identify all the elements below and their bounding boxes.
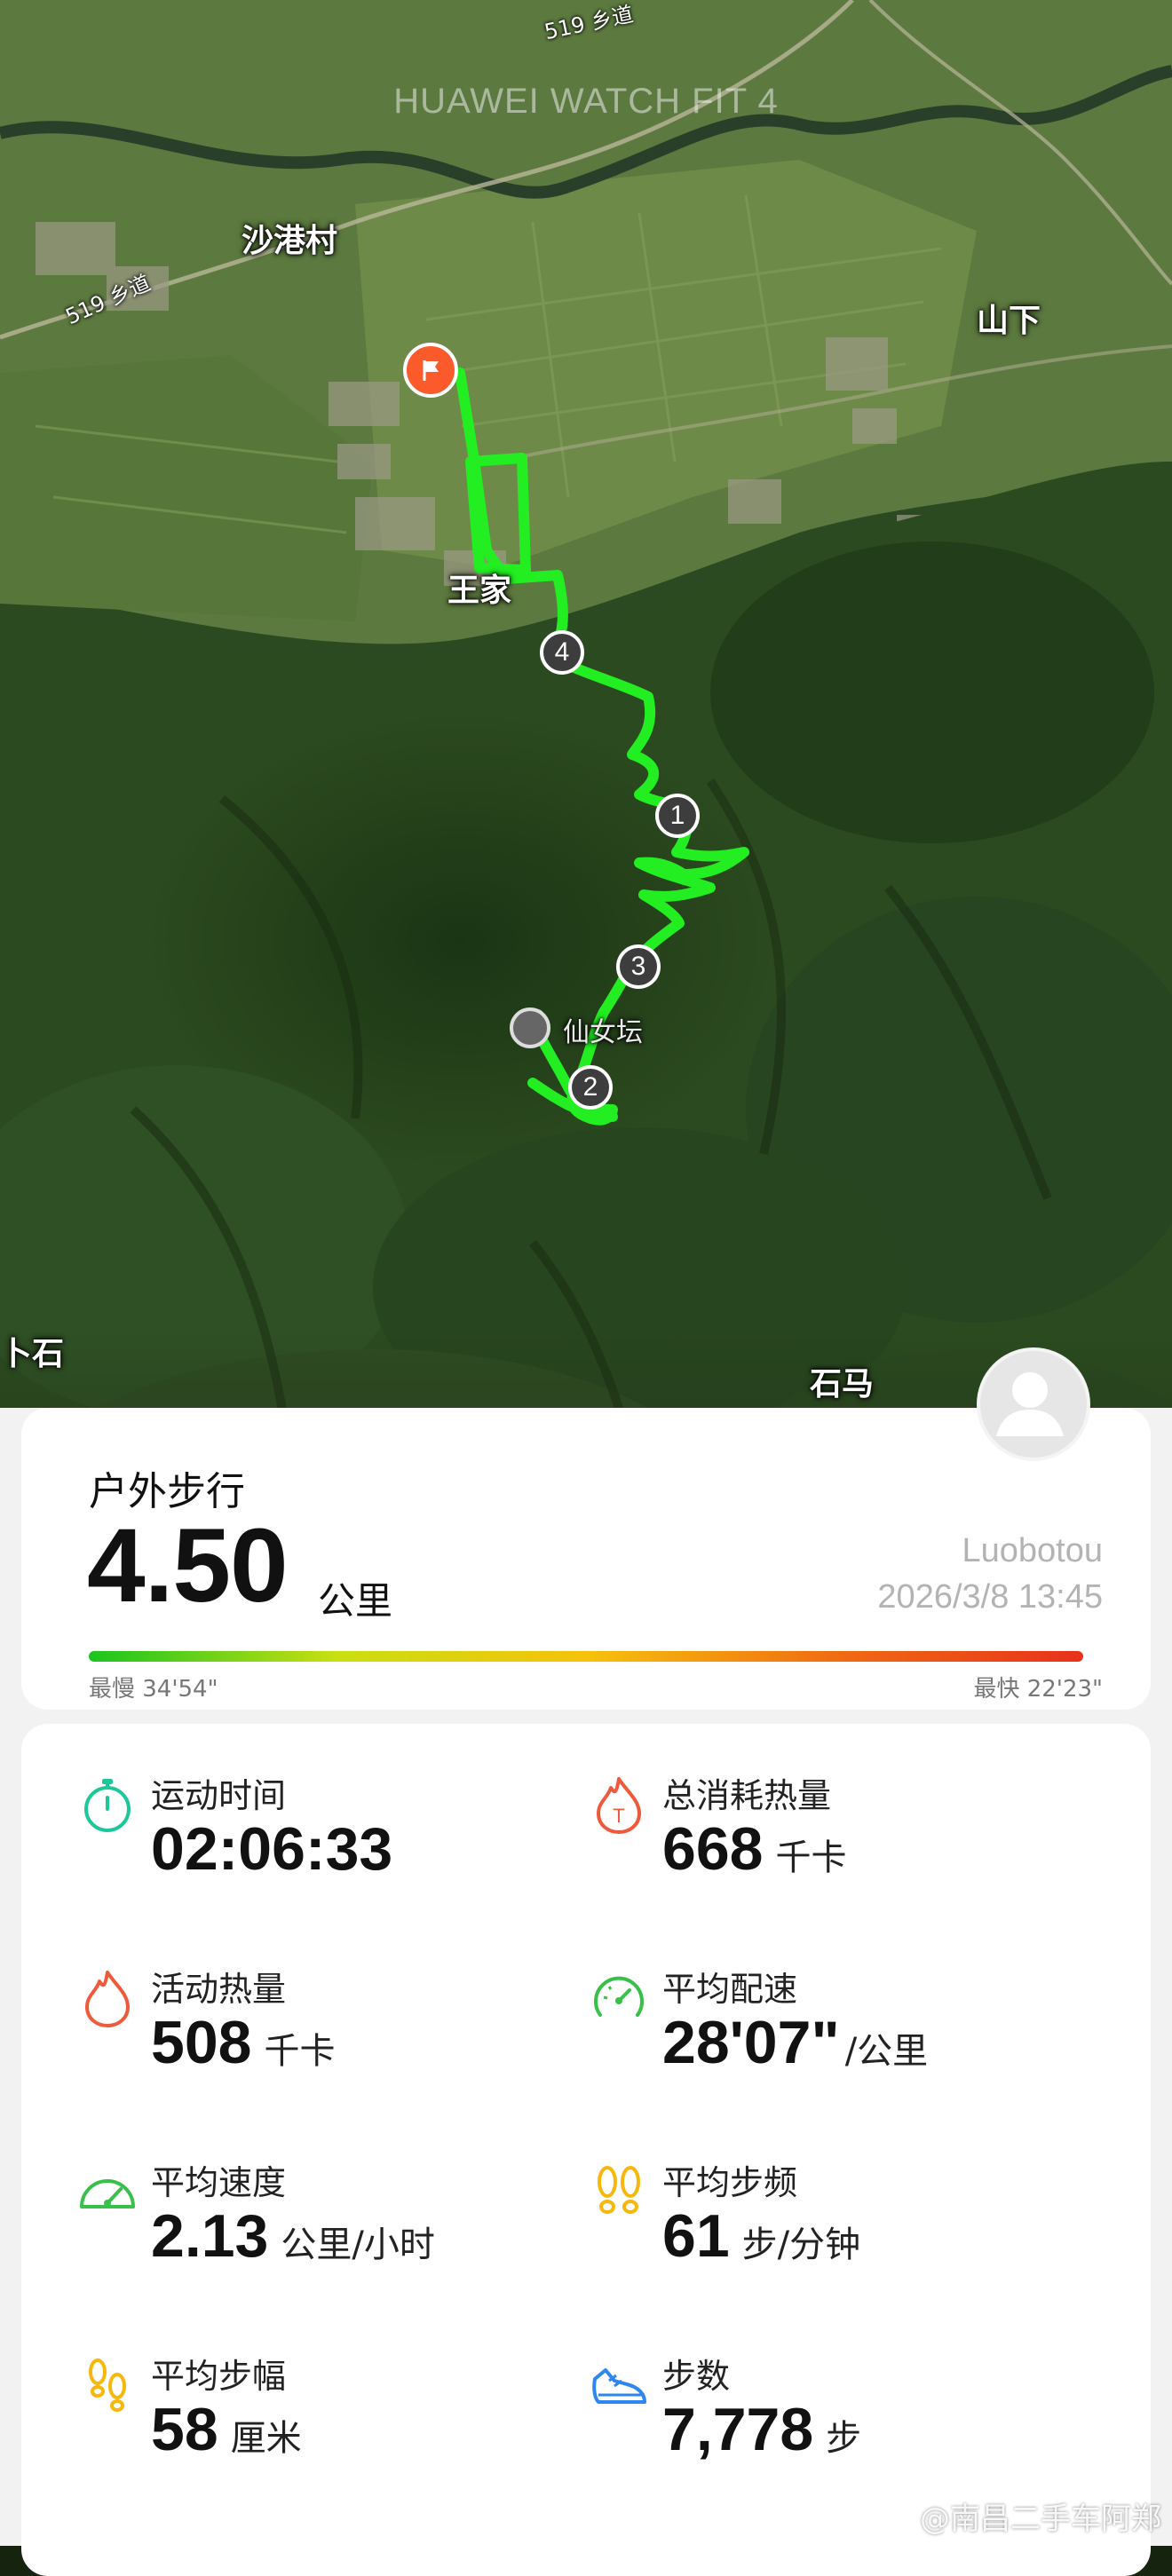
stat-label: 活动热量 <box>151 1970 287 2009</box>
stat-value: 58 厘米 <box>151 2396 302 2463</box>
stat-value: 28'07"/公里 <box>662 2009 929 2076</box>
pace-gradient-bar <box>89 1651 1083 1662</box>
cadence-footprints-icon <box>598 2166 640 2214</box>
stat-label: 步数 <box>662 2357 731 2396</box>
place-label-shima: 石马 <box>810 1366 875 1403</box>
stride-footprints-icon <box>89 2359 126 2412</box>
user-avatar[interactable] <box>977 1347 1090 1461</box>
stat-value: 7,778 步 <box>662 2396 862 2463</box>
place-label-left-edge: 卜石 <box>0 1336 65 1372</box>
workout-datetime: 2026/3/8 13:45 <box>877 1578 1103 1616</box>
distance-unit: 公里 <box>318 1579 393 1623</box>
stat-label: 平均步频 <box>662 2163 798 2202</box>
avatar-placeholder-icon <box>996 1372 1064 1436</box>
stat-label: 平均配速 <box>662 1970 798 2009</box>
place-label-wangjia: 王家 <box>447 573 512 609</box>
stat-value: 61 步/分钟 <box>662 2202 861 2270</box>
stat-label: 平均步幅 <box>151 2357 287 2396</box>
stat-label: 总消耗热量 <box>662 1776 832 1815</box>
stats-card: 运动时间 02:06:33 T 总消耗热量 668千卡 活动热量 508千卡 <box>21 1724 1151 2576</box>
stat-avg-speed: 平均速度 2.13 公里/小时 <box>76 2155 574 2333</box>
stat-active-calories: 活动热量 508 千卡 <box>76 1962 574 2139</box>
summary-card: 户外步行 4.50 公里 Luobotou 2026/3/8 13:45 最慢 … <box>21 1408 1151 1710</box>
stopwatch-icon <box>84 1779 131 1832</box>
flag-icon <box>423 360 439 381</box>
stat-value: 668 千卡 <box>662 1815 847 1883</box>
total-calories-flame-icon: T <box>597 1777 641 1834</box>
stat-value: 2.13 公里/小时 <box>151 2202 435 2270</box>
place-label-shanxia: 山下 <box>977 303 1041 339</box>
stat-label: 运动时间 <box>151 1776 287 1815</box>
start-marker[interactable] <box>510 1007 550 1048</box>
km-marker-4[interactable]: 4 <box>540 630 584 675</box>
stat-label: 平均速度 <box>151 2163 287 2202</box>
place-label-xiannv: 仙女坛 <box>563 1017 643 1048</box>
distance-value: 4.50 <box>87 1507 289 1624</box>
stat-avg-stride: 平均步幅 58 厘米 <box>76 2349 574 2526</box>
workout-panel: 户外步行 4.50 公里 Luobotou 2026/3/8 13:45 最慢 … <box>0 1408 1172 2576</box>
stat-value: 508 千卡 <box>151 2009 336 2076</box>
stat-duration: 运动时间 02:06:33 <box>76 1768 574 1946</box>
shoe-icon <box>592 2368 646 2404</box>
pace-gauge-icon <box>594 1976 644 2017</box>
speedometer-icon <box>80 2179 135 2209</box>
active-calories-flame-icon <box>85 1971 130 2027</box>
slowest-pace: 最慢 34'54" <box>89 1676 218 1703</box>
weibo-credit-watermark: @南昌二手车阿郑 <box>920 2501 1161 2537</box>
stat-avg-cadence: 平均步频 61 步/分钟 <box>588 2155 1085 2333</box>
finish-flag-marker[interactable] <box>403 343 458 398</box>
fastest-pace: 最快 22'23" <box>973 1676 1103 1703</box>
km-marker-1[interactable]: 1 <box>655 794 700 838</box>
stat-total-calories: T 总消耗热量 668 千卡 <box>588 1768 1085 1946</box>
stat-value: 02:06:33 <box>151 1815 393 1883</box>
stat-avg-pace: 平均配速 28'07"/公里 <box>588 1962 1085 2139</box>
km-marker-3[interactable]: 3 <box>616 944 661 989</box>
svg-text:T: T <box>613 1805 624 1827</box>
place-label-shagang: 沙港村 <box>242 223 338 259</box>
location-name: Luobotou <box>962 1532 1104 1569</box>
device-watermark: HUAWEI WATCH FIT 4 <box>393 82 779 121</box>
km-marker-2[interactable]: 2 <box>568 1065 613 1110</box>
